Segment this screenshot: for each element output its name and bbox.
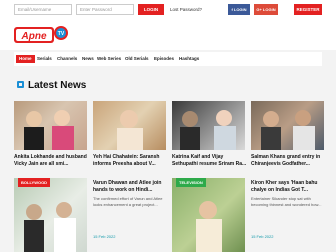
email-field[interactable]: Email/Username: [14, 4, 72, 15]
news-icon: [17, 81, 24, 88]
card-image-4[interactable]: [251, 101, 324, 150]
nav-serials[interactable]: Serials: [34, 55, 55, 63]
card-image-2[interactable]: [93, 101, 166, 150]
card-title-1[interactable]: Ankita Lokhande and husband Vicky Jain a…: [14, 154, 90, 168]
password-field[interactable]: Enter Password: [76, 4, 134, 15]
photo-illustration: [24, 202, 76, 252]
card-excerpt-5: The confirmed effort of Varun and Atlee …: [93, 196, 163, 207]
card-excerpt-6: Entertainer Sikander stop sat with becom…: [251, 196, 322, 207]
google-login-button[interactable]: G+ LOGIN: [254, 4, 278, 15]
card-date-6: 15 Feb 2022: [251, 234, 274, 239]
main-nav: Home Serials Channels News Web Series Ol…: [14, 52, 322, 66]
card-title-5[interactable]: Varun Dhawan and Atlee join hands to wor…: [93, 180, 169, 194]
top-bar: Email/Username Enter Password LOGIN Lost…: [0, 0, 336, 20]
nav-hashtags[interactable]: Hashtags: [176, 55, 202, 63]
card-image-3[interactable]: [172, 101, 245, 150]
photo-illustration: [117, 110, 143, 150]
card-image-5[interactable]: [14, 178, 87, 252]
photo-illustration: [261, 110, 315, 150]
photo-illustration: [24, 110, 74, 150]
card-title-3[interactable]: Katrina Kaif and Vijay Sethupathi resume…: [172, 154, 248, 168]
photo-illustration: [196, 201, 222, 252]
photo-illustration: [180, 110, 236, 150]
card-title-4[interactable]: Salman Khans grand entry in Chiranjeevis…: [251, 154, 327, 168]
card-date-5: 15 Feb 2022: [93, 234, 116, 239]
card-image-6[interactable]: [172, 178, 245, 252]
nav-channels[interactable]: Channels: [54, 55, 80, 63]
site-logo[interactable]: Apne TV: [14, 24, 70, 46]
card-image-1[interactable]: [14, 101, 87, 150]
section-title: Latest News: [28, 80, 87, 91]
svg-text:Apne: Apne: [21, 31, 47, 42]
nav-old-serials[interactable]: Old Serials: [122, 55, 152, 63]
logo-graphic: Apne TV: [14, 26, 68, 43]
login-button[interactable]: LOGIN: [138, 4, 164, 15]
card-title-6[interactable]: Kiron Kher says 'Haan bahu chalye on Ind…: [251, 180, 327, 194]
category-tag-bollywood[interactable]: BOLLYWOOD: [18, 178, 51, 187]
lost-password-link[interactable]: Lost Password?: [170, 4, 202, 15]
facebook-login-button[interactable]: f LOGIN: [228, 4, 250, 15]
card-title-2[interactable]: Yeh Hai Chahatein: Saransh informs Prees…: [93, 154, 169, 168]
category-tag-television[interactable]: TELEVISION: [176, 178, 206, 187]
nav-episodes[interactable]: Episodes: [151, 55, 177, 63]
register-button[interactable]: REGISTER: [294, 4, 322, 15]
nav-home[interactable]: Home: [16, 55, 35, 63]
svg-text:TV: TV: [58, 31, 65, 37]
nav-web-series[interactable]: Web Series: [94, 55, 124, 63]
